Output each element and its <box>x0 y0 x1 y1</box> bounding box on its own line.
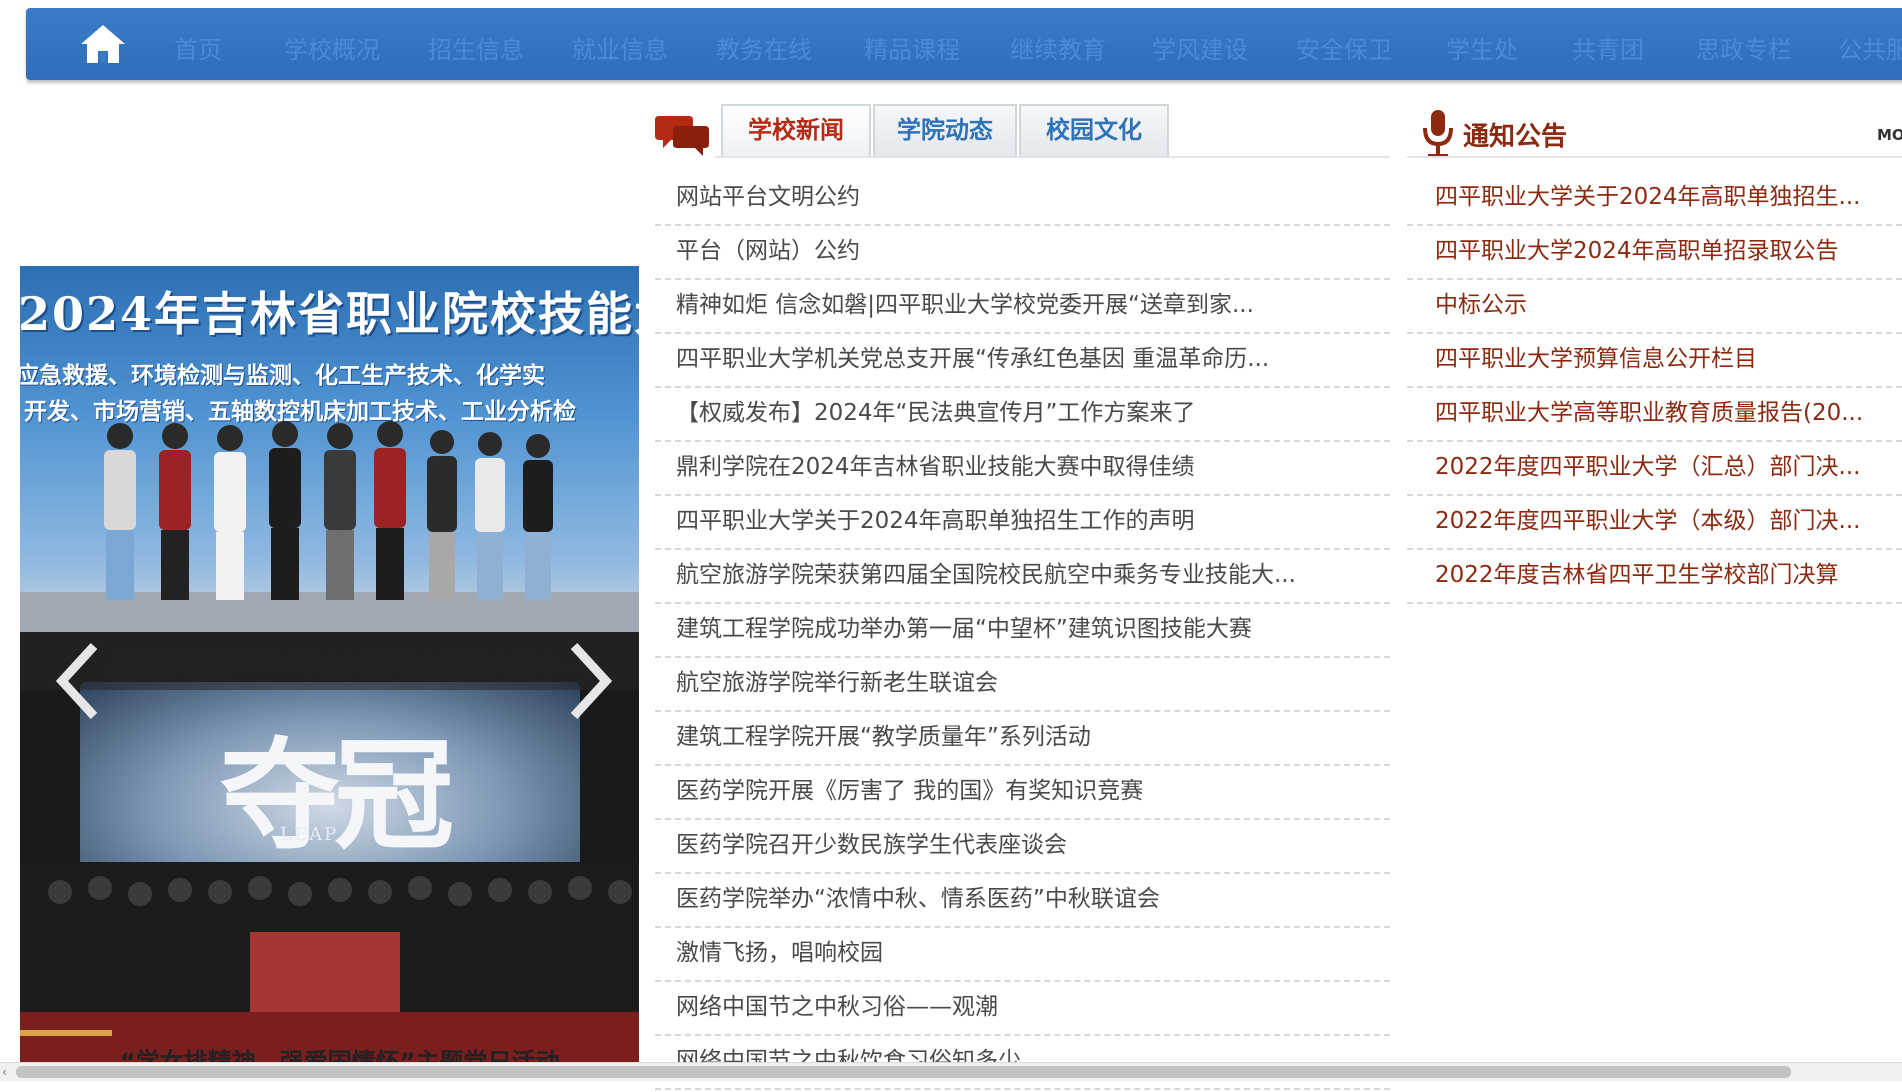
group-photo-people <box>104 421 553 600</box>
home-icon[interactable] <box>78 22 128 66</box>
notice-panel: 通知公告 MO 四平职业大学关于2024年高职单独招生... 四平职业大学202… <box>1407 100 1902 604</box>
news-item[interactable]: 【权威发布】2024年“民法典宣传月”工作方案来了 <box>655 390 1390 442</box>
nav-item-employment[interactable]: 就业信息 <box>572 30 668 65</box>
screen-subtitle: LEAP <box>280 824 339 845</box>
tab-college-news[interactable]: 学院动态 <box>873 104 1017 156</box>
news-panel: 学校新闻 学院动态 校园文化 网站平台文明公约 平台（网站）公约 精神如炬 信念… <box>655 100 1390 1090</box>
chevron-left-icon[interactable] <box>48 636 108 726</box>
notice-item[interactable]: 四平职业大学关于2024年高职单独招生... <box>1407 174 1902 226</box>
nav-item-academic[interactable]: 教务在线 <box>716 30 812 65</box>
news-item[interactable]: 鼎利学院在2024年吉林省职业技能大赛中取得佳绩 <box>655 444 1390 496</box>
tab-school-news[interactable]: 学校新闻 <box>721 104 871 156</box>
nav-item-home[interactable]: 首页 <box>174 30 222 65</box>
news-item[interactable]: 激情飞扬，唱响校园 <box>655 930 1390 982</box>
nav-item-youth-league[interactable]: 共青团 <box>1572 30 1644 65</box>
notice-item[interactable]: 四平职业大学高等职业教育质量报告(20... <box>1407 390 1902 442</box>
nav-item-admissions[interactable]: 招生信息 <box>428 30 524 65</box>
slider-progress-bar <box>20 1030 112 1036</box>
news-item[interactable]: 航空旅游学院举行新老生联谊会 <box>655 660 1390 712</box>
image-slider[interactable]: 2024年吉林省职业院校技能大赛 应急救援、环境检测与监测、化工生产技术、化学实… <box>20 266 639 1062</box>
screen-title: 夺冠 <box>220 725 454 866</box>
notice-item[interactable]: 2022年度四平职业大学（汇总）部门决... <box>1407 444 1902 496</box>
nav-item-courses[interactable]: 精品课程 <box>864 30 960 65</box>
news-item[interactable]: 建筑工程学院开展“教学质量年”系列活动 <box>655 714 1390 766</box>
notice-list: 四平职业大学关于2024年高职单独招生... 四平职业大学2024年高职单招录取… <box>1407 174 1902 606</box>
slide-caption-secondary[interactable]: “学女排精神，强爱国情怀”主题党日活动 <box>120 1042 600 1062</box>
nav-item-about[interactable]: 学校概况 <box>284 30 380 65</box>
notice-item[interactable]: 四平职业大学2024年高职单招录取公告 <box>1407 228 1902 280</box>
scroll-left-icon[interactable]: ‹ <box>2 1065 7 1079</box>
nav-item-public-service[interactable]: 公共服 <box>1838 30 1902 65</box>
more-link[interactable]: MO <box>1877 126 1902 144</box>
news-item[interactable]: 医药学院开展《厉害了 我的国》有奖知识竞赛 <box>655 768 1390 820</box>
microphone-icon <box>1423 110 1453 158</box>
slide-caption[interactable]: 鼎利学院在2024年吉林省职业技能大赛中... <box>110 644 590 679</box>
chevron-right-icon[interactable] <box>560 636 620 726</box>
notice-divider <box>1407 156 1902 158</box>
news-item[interactable]: 建筑工程学院成功举办第一届“中望杯”建筑识图技能大赛 <box>655 606 1390 658</box>
news-item[interactable]: 四平职业大学机关党总支开展“传承红色基因 重温革命历... <box>655 336 1390 388</box>
notice-title: 通知公告 <box>1463 122 1568 152</box>
slide-banner-subtitle-1: 应急救援、环境检测与监测、化工生产技术、化学实 <box>20 363 545 389</box>
nav-item-study-style[interactable]: 学风建设 <box>1152 30 1248 65</box>
news-item[interactable]: 医药学院举办“浓情中秋、情系医药”中秋联谊会 <box>655 876 1390 928</box>
notice-item[interactable]: 2022年度吉林省四平卫生学校部门决算 <box>1407 552 1902 604</box>
news-item[interactable]: 网站平台文明公约 <box>655 174 1390 226</box>
chat-bubbles-icon <box>655 116 709 156</box>
news-item[interactable]: 平台（网站）公约 <box>655 228 1390 280</box>
main-nav-bar: 首页 学校概况 招生信息 就业信息 教务在线 精品课程 继续教育 学风建设 安全… <box>26 8 1902 80</box>
slide-competition[interactable]: 2024年吉林省职业院校技能大赛 应急救援、环境检测与监测、化工生产技术、化学实… <box>20 266 639 632</box>
page-edge-mark <box>0 0 8 28</box>
horizontal-scrollbar[interactable]: ‹ <box>0 1062 1902 1081</box>
nav-item-student-affairs[interactable]: 学生处 <box>1446 30 1518 65</box>
news-item[interactable]: 四平职业大学关于2024年高职单独招生工作的声明 <box>655 498 1390 550</box>
news-item[interactable]: 精神如炬 信念如磐|四平职业大学校党委开展“送章到家... <box>655 282 1390 334</box>
news-item[interactable]: 网络中国节之中秋习俗——观潮 <box>655 984 1390 1036</box>
nav-item-ideology[interactable]: 思政专栏 <box>1696 30 1792 65</box>
notice-item[interactable]: 中标公示 <box>1407 282 1902 334</box>
news-item[interactable]: 航空旅游学院荣获第四届全国院校民航空中乘务专业技能大... <box>655 552 1390 604</box>
slide-banner-title: 2024年吉林省职业院校技能大赛 <box>20 287 639 341</box>
audience-group <box>20 862 639 1062</box>
news-item[interactable]: 医药学院召开少数民族学生代表座谈会 <box>655 822 1390 874</box>
nav-item-security[interactable]: 安全保卫 <box>1296 30 1392 65</box>
nav-item-continuing-edu[interactable]: 继续教育 <box>1010 30 1106 65</box>
slide-caption-bar: 鼎利学院在2024年吉林省职业技能大赛中... <box>20 632 639 690</box>
tab-campus-culture[interactable]: 校园文化 <box>1019 104 1169 156</box>
slide-party-day[interactable]: 夺冠 LEAP “学女排精神，强爱国情怀”主题党日活动 <box>20 632 639 1062</box>
tab-divider <box>715 156 1390 158</box>
notice-item[interactable]: 四平职业大学预算信息公开栏目 <box>1407 336 1902 388</box>
scrollbar-thumb[interactable] <box>16 1066 1791 1078</box>
notice-item[interactable]: 2022年度四平职业大学（本级）部门决... <box>1407 498 1902 550</box>
news-list: 网站平台文明公约 平台（网站）公约 精神如炬 信念如磐|四平职业大学校党委开展“… <box>655 174 1390 1092</box>
